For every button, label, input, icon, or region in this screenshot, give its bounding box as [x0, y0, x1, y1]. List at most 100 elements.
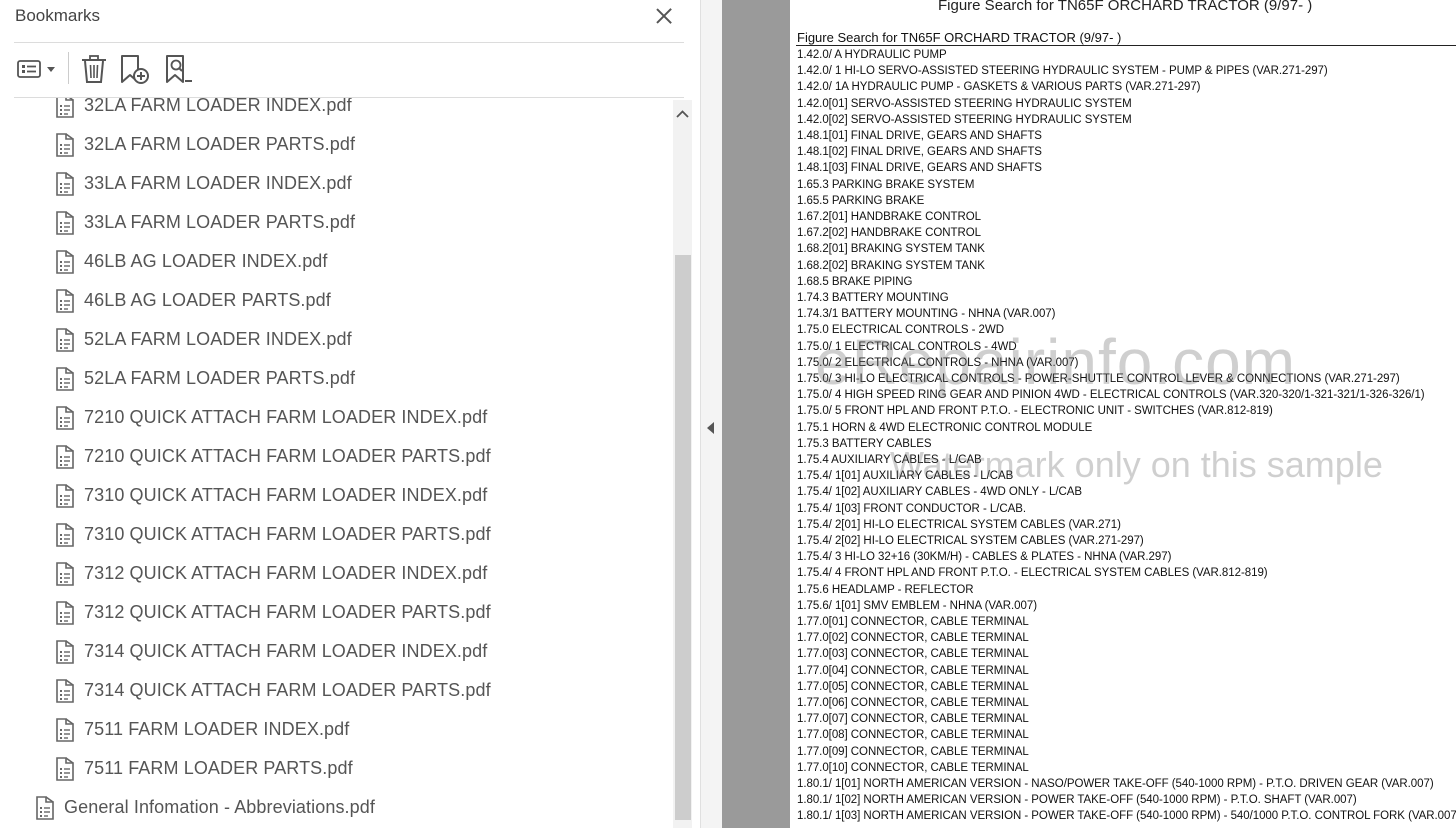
figure-entry[interactable]: 1.42.0/ 1A HYDRAULIC PUMP - GASKETS & VA… — [797, 81, 1201, 93]
figure-entry[interactable]: 1.77.0[06] CONNECTOR, CABLE TERMINAL — [797, 697, 1029, 709]
pdf-file-icon — [55, 249, 75, 274]
figure-entry[interactable]: 1.75.4/ 4 FRONT HPL AND FRONT P.T.O. - E… — [797, 567, 1268, 579]
figure-entry[interactable]: 1.77.0[01] CONNECTOR, CABLE TERMINAL — [797, 616, 1029, 628]
figure-entry[interactable]: 1.74.3/1 BATTERY MOUNTING - NHNA (VAR.00… — [797, 308, 1055, 320]
bookmark-item[interactable]: 46LB AG LOADER INDEX.pdf — [55, 242, 328, 281]
figure-entry[interactable]: 1.77.0[10] CONNECTOR, CABLE TERMINAL — [797, 762, 1029, 774]
figure-entry[interactable]: 1.67.2[02] HANDBRAKE CONTROL — [797, 227, 981, 239]
figure-entry[interactable]: 1.77.0[05] CONNECTOR, CABLE TERMINAL — [797, 681, 1029, 693]
page-top-title: Figure Search for TN65F ORCHARD TRACTOR … — [938, 0, 1313, 14]
figure-entry[interactable]: 1.65.3 PARKING BRAKE SYSTEM — [797, 179, 974, 191]
bookmark-item[interactable]: 7511 FARM LOADER INDEX.pdf — [55, 710, 349, 749]
figure-entry[interactable]: 1.75.4/ 1[03] FRONT CONDUCTOR - L/CAB. — [797, 503, 1026, 515]
figure-entry[interactable]: 1.75.0/ 5 FRONT HPL AND FRONT P.T.O. - E… — [797, 405, 1273, 417]
bookmark-item[interactable]: 7312 QUICK ATTACH FARM LOADER PARTS.pdf — [55, 593, 491, 632]
scrollbar-thumb[interactable] — [675, 255, 691, 820]
list-options-icon[interactable] — [16, 52, 58, 86]
bookmark-label: General Infomation - Abbreviations.pdf — [64, 797, 375, 817]
toolbar-separator — [68, 52, 69, 84]
figure-entry[interactable]: 1.68.2[01] BRAKING SYSTEM TANK — [797, 243, 985, 255]
bookmark-label: 32LA FARM LOADER INDEX.pdf — [84, 98, 352, 115]
figure-entry[interactable]: 1.75.6 HEADLAMP - REFLECTOR — [797, 584, 974, 596]
bookmark-item[interactable]: 7310 QUICK ATTACH FARM LOADER PARTS.pdf — [55, 515, 491, 554]
bookmark-item[interactable]: 7210 QUICK ATTACH FARM LOADER PARTS.pdf — [55, 437, 491, 476]
watermark-note: Watermark only on this sample — [890, 444, 1383, 485]
trash-icon[interactable] — [78, 52, 110, 86]
pdf-file-icon — [55, 405, 75, 430]
figure-entry[interactable]: 1.48.1[03] FINAL DRIVE, GEARS AND SHAFTS — [797, 162, 1042, 174]
divider — [14, 42, 684, 43]
bookmark-label: 33LA FARM LOADER PARTS.pdf — [84, 212, 356, 232]
figure-entry[interactable]: 1.80.1/ 1[02] NORTH AMERICAN VERSION - P… — [797, 794, 1357, 806]
bookmark-label: 7511 FARM LOADER PARTS.pdf — [84, 758, 353, 778]
figure-entry[interactable]: 1.42.0/ 1 HI-LO SERVO-ASSISTED STEERING … — [797, 65, 1328, 77]
bookmark-label: 7310 QUICK ATTACH FARM LOADER PARTS.pdf — [84, 524, 491, 544]
figure-entry[interactable]: 1.75.4/ 2[01] HI-LO ELECTRICAL SYSTEM CA… — [797, 519, 1121, 531]
bookmark-item[interactable]: General Infomation - Abbreviations.pdf — [35, 788, 375, 827]
header-underline — [796, 45, 1456, 46]
panel-title: Bookmarks — [15, 6, 101, 25]
find-bookmark-icon[interactable] — [162, 52, 198, 86]
figure-entry[interactable]: 1.77.0[08] CONNECTOR, CABLE TERMINAL — [797, 729, 1029, 741]
bookmark-item[interactable]: 33LA FARM LOADER PARTS.pdf — [55, 203, 355, 242]
figure-entry[interactable]: 1.77.0[07] CONNECTOR, CABLE TERMINAL — [797, 713, 1029, 725]
close-icon[interactable] — [652, 4, 676, 28]
bookmark-item[interactable]: 7310 QUICK ATTACH FARM LOADER INDEX.pdf — [55, 476, 487, 515]
bookmark-item[interactable]: 7314 QUICK ATTACH FARM LOADER INDEX.pdf — [55, 632, 487, 671]
figure-entry[interactable]: 1.77.0[09] CONNECTOR, CABLE TERMINAL — [797, 746, 1029, 758]
bookmark-item[interactable]: 52LA FARM LOADER PARTS.pdf — [55, 359, 355, 398]
bookmark-label: 7310 QUICK ATTACH FARM LOADER INDEX.pdf — [84, 485, 488, 505]
figure-entry[interactable]: 1.74.3 BATTERY MOUNTING — [797, 292, 949, 304]
bookmark-label: 7312 QUICK ATTACH FARM LOADER INDEX.pdf — [84, 563, 488, 583]
bookmark-item[interactable]: 32LA FARM LOADER INDEX.pdf — [55, 98, 352, 125]
bookmark-item[interactable]: 7314 QUICK ATTACH FARM LOADER PARTS.pdf — [55, 671, 491, 710]
pdf-file-icon — [55, 288, 75, 313]
bookmark-label: 52LA FARM LOADER PARTS.pdf — [84, 368, 356, 388]
figure-entry[interactable]: 1.75.4/ 3 HI-LO 32+16 (30KM/H) - CABLES … — [797, 551, 1171, 563]
figure-entry[interactable]: 1.77.0[04] CONNECTOR, CABLE TERMINAL — [797, 665, 1029, 677]
figure-entry[interactable]: 1.42.0[02] SERVO-ASSISTED STEERING HYDRA… — [797, 114, 1132, 126]
pdf-file-icon — [55, 444, 75, 469]
bookmark-label: 52LA FARM LOADER INDEX.pdf — [84, 329, 352, 349]
bookmark-item[interactable]: 7511 FARM LOADER PARTS.pdf — [55, 749, 353, 788]
bookmark-label: 7314 QUICK ATTACH FARM LOADER PARTS.pdf — [84, 680, 491, 700]
pdf-file-icon — [55, 366, 75, 391]
figure-entry[interactable]: 1.68.2[02] BRAKING SYSTEM TANK — [797, 260, 985, 272]
figure-entry[interactable]: 1.77.0[02] CONNECTOR, CABLE TERMINAL — [797, 632, 1029, 644]
bookmark-item[interactable]: 46LB AG LOADER PARTS.pdf — [55, 281, 331, 320]
figure-entry[interactable]: 1.75.4/ 1[02] AUXILIARY CABLES - 4WD ONL… — [797, 486, 1082, 498]
figure-entry[interactable]: 1.65.5 PARKING BRAKE — [797, 195, 924, 207]
bookmark-label: 7511 FARM LOADER INDEX.pdf — [84, 719, 350, 739]
collapse-panel-icon[interactable] — [705, 420, 717, 436]
scroll-up-icon[interactable] — [673, 104, 692, 124]
figure-entry[interactable]: 1.80.1/ 1[01] NORTH AMERICAN VERSION - N… — [797, 778, 1434, 790]
pdf-file-icon — [55, 756, 75, 781]
figure-entry[interactable]: 1.42.0/ A HYDRAULIC PUMP — [797, 49, 947, 61]
bookmark-item[interactable]: 33LA FARM LOADER INDEX.pdf — [55, 164, 352, 203]
bookmark-item[interactable]: 7210 QUICK ATTACH FARM LOADER INDEX.pdf — [55, 398, 487, 437]
bookmark-label: 32LA FARM LOADER PARTS.pdf — [84, 134, 356, 154]
watermark: eRepairinfo.com — [815, 326, 1296, 398]
pdf-file-icon — [35, 795, 55, 820]
bookmark-item[interactable]: 7312 QUICK ATTACH FARM LOADER INDEX.pdf — [55, 554, 487, 593]
panel-splitter[interactable] — [700, 0, 722, 828]
figure-entry[interactable]: 1.75.4/ 2[02] HI-LO ELECTRICAL SYSTEM CA… — [797, 535, 1144, 547]
figure-entry[interactable]: 1.48.1[02] FINAL DRIVE, GEARS AND SHAFTS — [797, 146, 1042, 158]
pdf-file-icon — [55, 639, 75, 664]
figure-entry[interactable]: 1.68.5 BRAKE PIPING — [797, 276, 912, 288]
figure-entry[interactable]: 1.75.1 HORN & 4WD ELECTRONIC CONTROL MOD… — [797, 422, 1092, 434]
bookmark-label: 46LB AG LOADER INDEX.pdf — [84, 251, 328, 271]
add-bookmark-icon[interactable] — [118, 52, 154, 86]
figure-entry[interactable]: 1.75.6/ 1[01] SMV EMBLEM - NHNA (VAR.007… — [797, 600, 1037, 612]
figure-entry[interactable]: 1.42.0[01] SERVO-ASSISTED STEERING HYDRA… — [797, 98, 1132, 110]
bookmark-label: 7314 QUICK ATTACH FARM LOADER INDEX.pdf — [84, 641, 488, 661]
bookmark-item[interactable]: 52LA FARM LOADER INDEX.pdf — [55, 320, 352, 359]
figure-entry[interactable]: 1.80.1/ 1[03] NORTH AMERICAN VERSION - P… — [797, 810, 1456, 822]
pdf-file-icon — [55, 600, 75, 625]
bookmarks-toolbar — [14, 48, 684, 90]
bookmark-label: 7312 QUICK ATTACH FARM LOADER PARTS.pdf — [84, 602, 491, 622]
figure-entry[interactable]: 1.67.2[01] HANDBRAKE CONTROL — [797, 211, 981, 223]
figure-entry[interactable]: 1.48.1[01] FINAL DRIVE, GEARS AND SHAFTS — [797, 130, 1042, 142]
bookmark-item[interactable]: 32LA FARM LOADER PARTS.pdf — [55, 125, 355, 164]
figure-entry[interactable]: 1.77.0[03] CONNECTOR, CABLE TERMINAL — [797, 648, 1029, 660]
